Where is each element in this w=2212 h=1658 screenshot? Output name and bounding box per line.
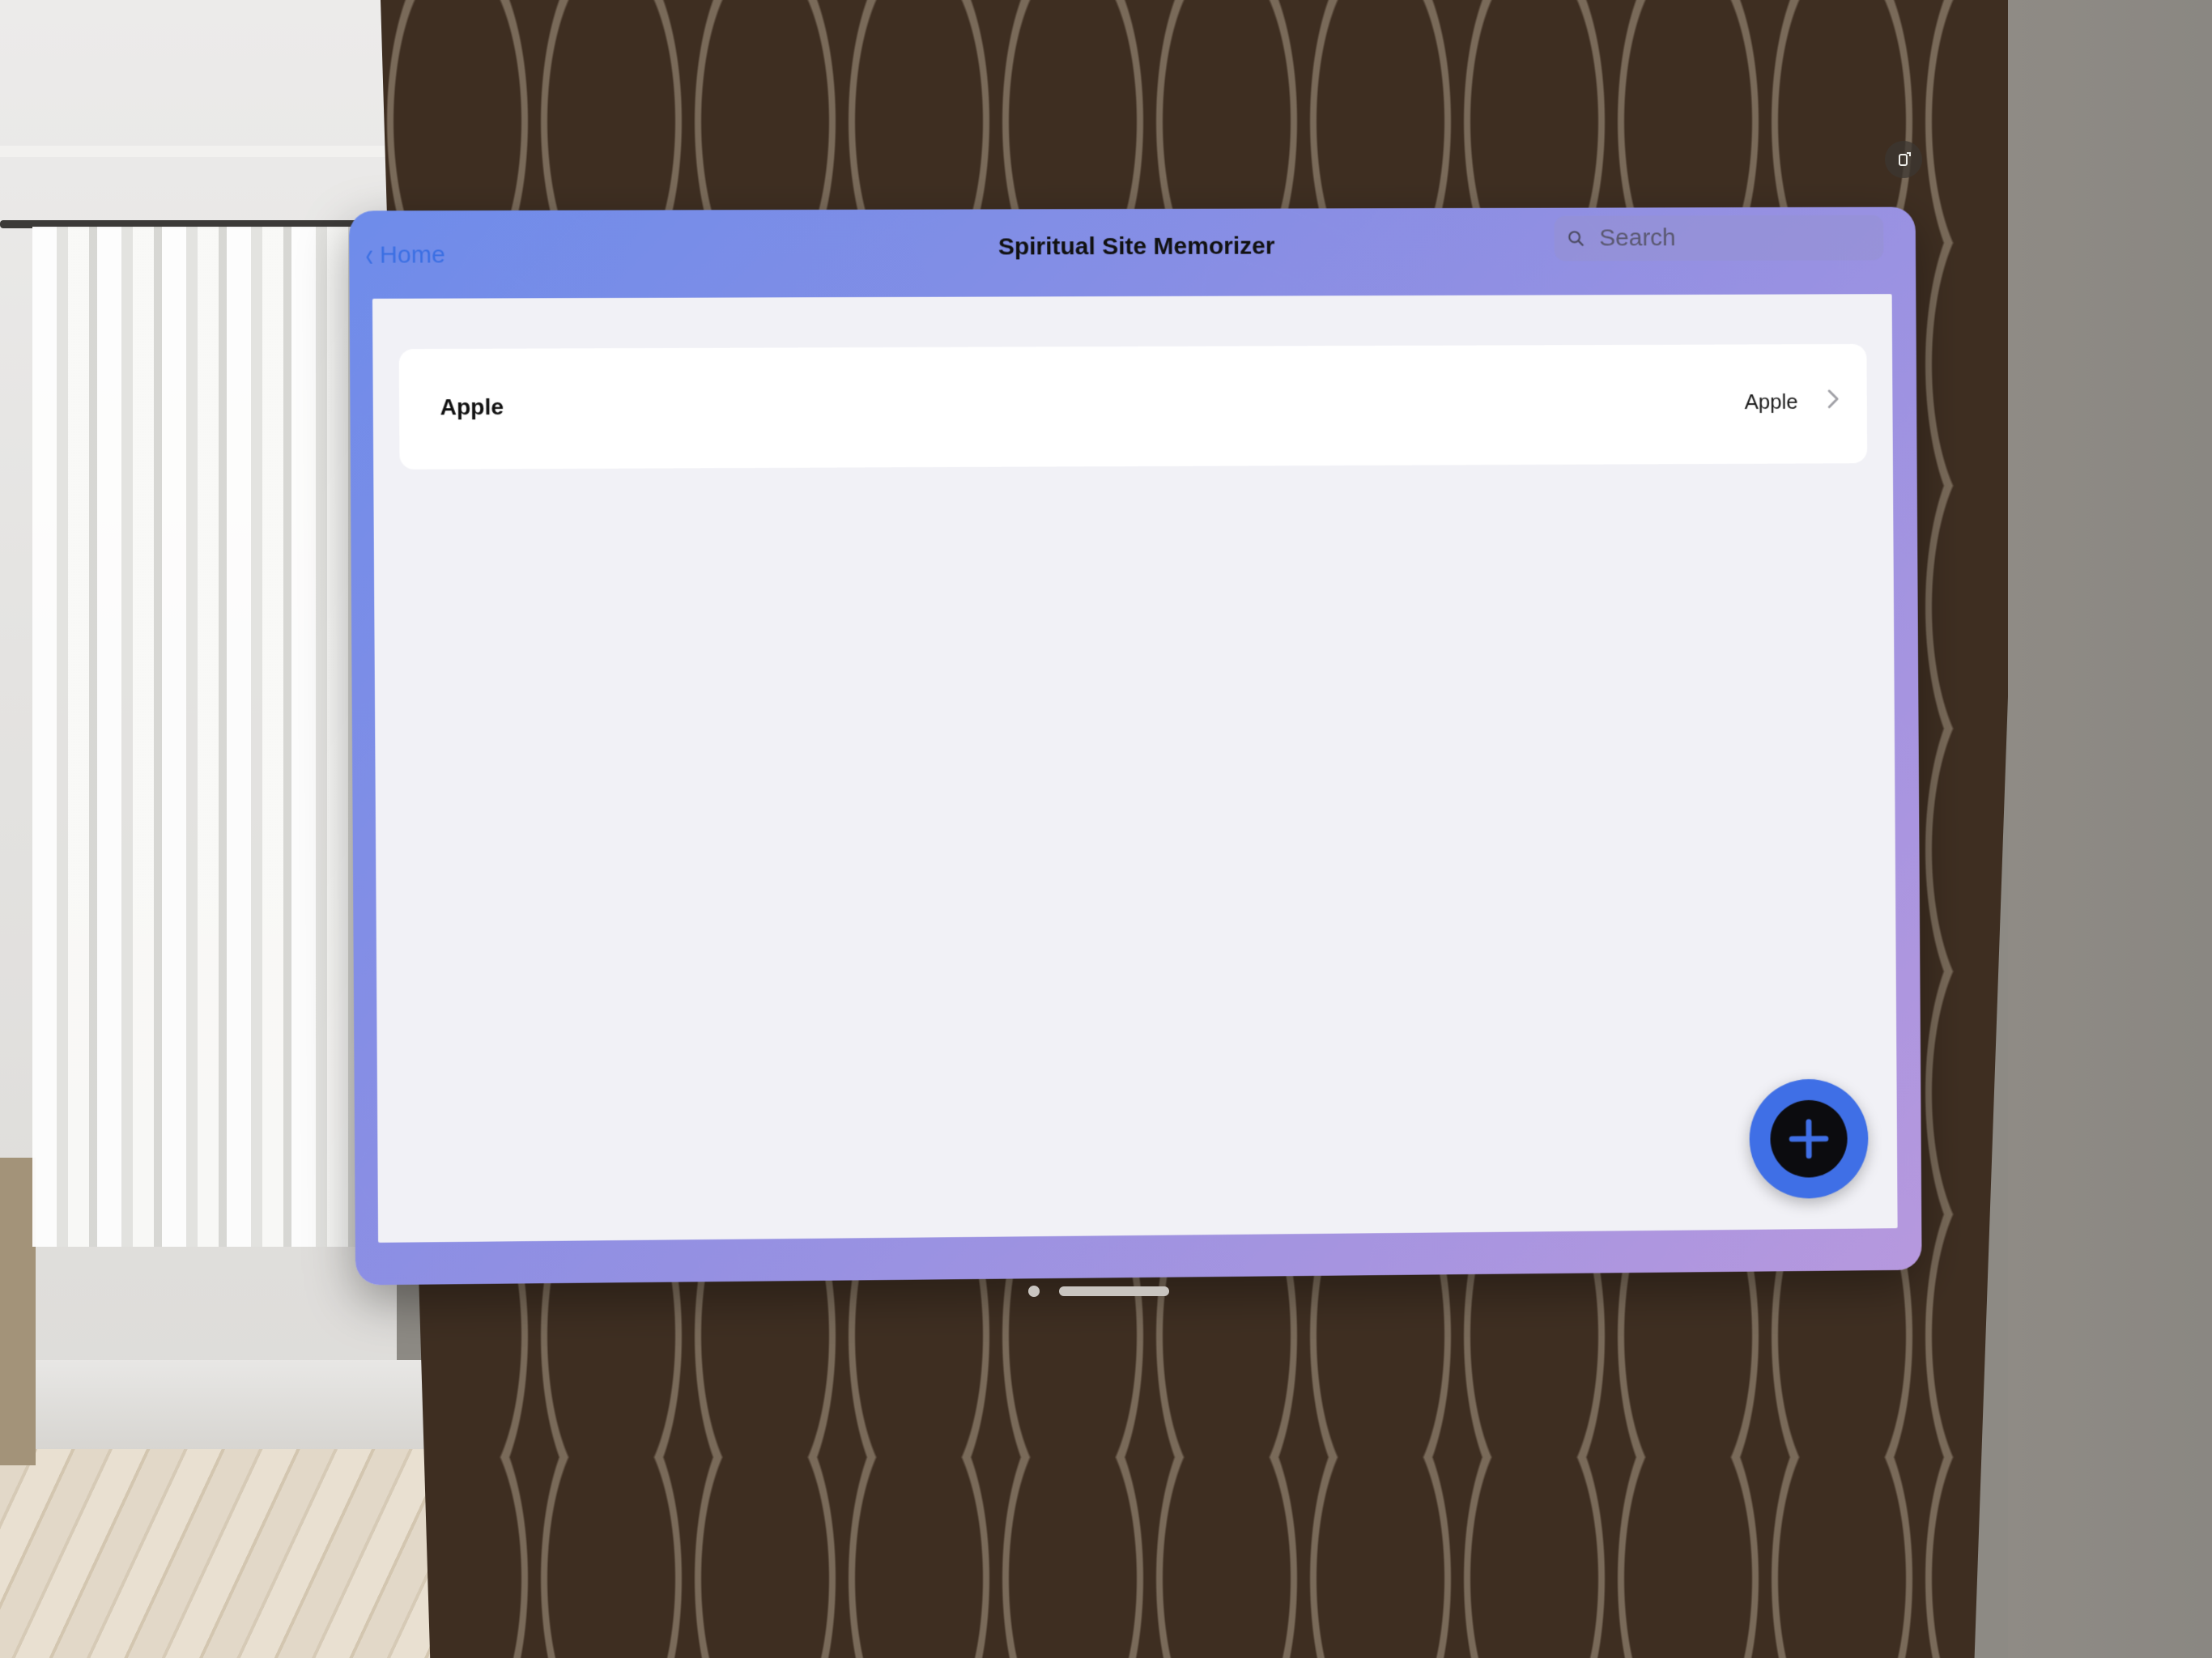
search-field[interactable] <box>1554 215 1884 261</box>
add-button[interactable] <box>1749 1078 1869 1200</box>
list-item[interactable]: Apple Apple <box>398 343 1868 470</box>
list-item-detail: Apple <box>1744 389 1798 414</box>
window-controls <box>1028 1286 1169 1297</box>
baseboard <box>0 1360 486 1449</box>
plus-icon <box>1787 1117 1831 1161</box>
chevron-right-icon <box>1825 383 1843 415</box>
ceiling-trim <box>0 146 397 157</box>
resize-icon[interactable] <box>1885 141 1922 178</box>
resize-icon-glyph <box>1899 152 1911 166</box>
search-input[interactable] <box>1597 223 1874 253</box>
magnifying-glass-icon <box>1567 230 1585 248</box>
navigation-bar: ‹ Home Spiritual Site Memorizer <box>349 207 1916 299</box>
list-item-title: Apple <box>440 393 504 420</box>
window-grab-bar[interactable] <box>1059 1286 1169 1296</box>
close-dot[interactable] <box>1028 1286 1040 1297</box>
app-window: ‹ Home Spiritual Site Memorizer Apple Ap… <box>348 206 1922 1286</box>
add-button-inner <box>1770 1099 1848 1178</box>
cabinet <box>0 1158 36 1465</box>
right-wall <box>2008 0 2212 1658</box>
wood-floor <box>0 1449 486 1658</box>
list-content: Apple Apple <box>372 294 1898 1243</box>
